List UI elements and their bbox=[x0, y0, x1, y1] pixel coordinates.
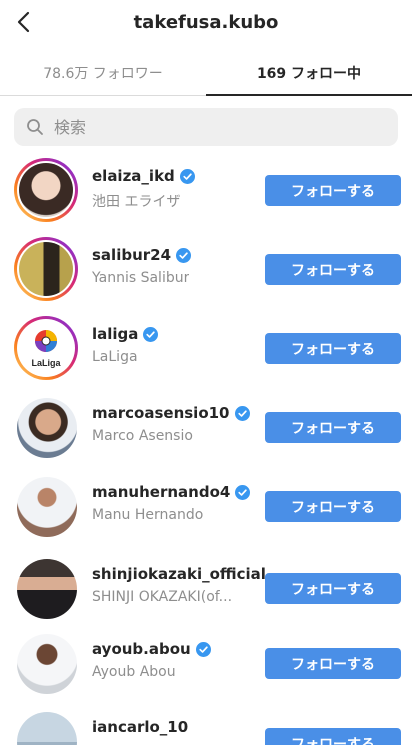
avatar[interactable] bbox=[14, 158, 78, 222]
username[interactable]: manuhernando4 bbox=[92, 483, 251, 501]
list-item[interactable]: manuhernando4 Manu Hernando フォローする bbox=[0, 471, 412, 541]
username[interactable]: salibur24 bbox=[92, 246, 192, 264]
avatar[interactable] bbox=[17, 712, 77, 745]
list-item[interactable]: shinjiokazaki_official SHINJI OKAZAKI(of… bbox=[0, 553, 412, 623]
follow-button[interactable]: フォローする bbox=[265, 648, 401, 679]
username[interactable]: iancarlo_10 bbox=[92, 718, 188, 736]
follow-button[interactable]: フォローする bbox=[265, 175, 401, 206]
follow-button[interactable]: フォローする bbox=[265, 412, 401, 443]
tab-bar: 78.6万 フォロワー 169 フォロー中 bbox=[0, 50, 412, 96]
full-name: 池田 エライザ bbox=[92, 194, 181, 210]
avatar[interactable]: LaLiga bbox=[14, 316, 78, 380]
verified-badge-icon bbox=[176, 247, 192, 263]
avatar[interactable] bbox=[17, 398, 77, 458]
tab-following[interactable]: 169 フォロー中 bbox=[206, 50, 412, 96]
follow-button[interactable]: フォローする bbox=[265, 728, 401, 745]
full-name: LaLiga bbox=[92, 349, 138, 365]
avatar[interactable] bbox=[17, 634, 77, 694]
active-tab-indicator bbox=[206, 94, 412, 96]
svg-text:LaLiga: LaLiga bbox=[31, 358, 61, 368]
full-name: SHINJI OKAZAKI(of... bbox=[92, 589, 233, 605]
username[interactable]: shinjiokazaki_official bbox=[92, 565, 266, 583]
laliga-logo-icon: LaLiga bbox=[31, 330, 61, 368]
tab-followers[interactable]: 78.6万 フォロワー bbox=[0, 50, 206, 96]
search-icon bbox=[27, 119, 43, 135]
verified-badge-icon bbox=[195, 641, 211, 657]
avatar[interactable] bbox=[17, 559, 77, 619]
search-bar[interactable] bbox=[14, 108, 398, 146]
follow-button[interactable]: フォローする bbox=[265, 333, 401, 364]
follow-button[interactable]: フォローする bbox=[265, 254, 401, 285]
username[interactable]: marcoasensio10 bbox=[92, 404, 250, 422]
verified-badge-icon bbox=[179, 168, 195, 184]
avatar[interactable] bbox=[17, 477, 77, 537]
page-title: takefusa.kubo bbox=[133, 12, 279, 33]
list-item[interactable]: LaLiga laliga LaLiga フォローする bbox=[0, 313, 412, 383]
list-item[interactable]: marcoasensio10 Marco Asensio フォローする bbox=[0, 392, 412, 462]
full-name: Yannis Salibur bbox=[92, 270, 190, 286]
list-item[interactable]: ayoub.abou Ayoub Abou フォローする bbox=[0, 628, 412, 698]
search-input[interactable] bbox=[54, 108, 374, 146]
full-name: Ayoub Abou bbox=[92, 664, 176, 680]
verified-badge-icon bbox=[143, 326, 159, 342]
avatar[interactable] bbox=[14, 237, 78, 301]
list-item[interactable]: salibur24 Yannis Salibur フォローする bbox=[0, 234, 412, 304]
username[interactable]: elaiza_ikd bbox=[92, 167, 195, 185]
username[interactable]: laliga bbox=[92, 325, 159, 343]
full-name: Marco Asensio bbox=[92, 428, 193, 444]
full-name: Manu Hernando bbox=[92, 507, 204, 523]
header: takefusa.kubo bbox=[0, 0, 412, 46]
list-item[interactable]: iancarlo_10 フォローする bbox=[0, 706, 412, 745]
verified-badge-icon bbox=[235, 484, 251, 500]
username[interactable]: ayoub.abou bbox=[92, 640, 211, 658]
follow-button[interactable]: フォローする bbox=[265, 491, 401, 522]
follow-button[interactable]: フォローする bbox=[265, 573, 401, 604]
list-item[interactable]: elaiza_ikd 池田 エライザ フォローする bbox=[0, 155, 412, 225]
verified-badge-icon bbox=[234, 405, 250, 421]
